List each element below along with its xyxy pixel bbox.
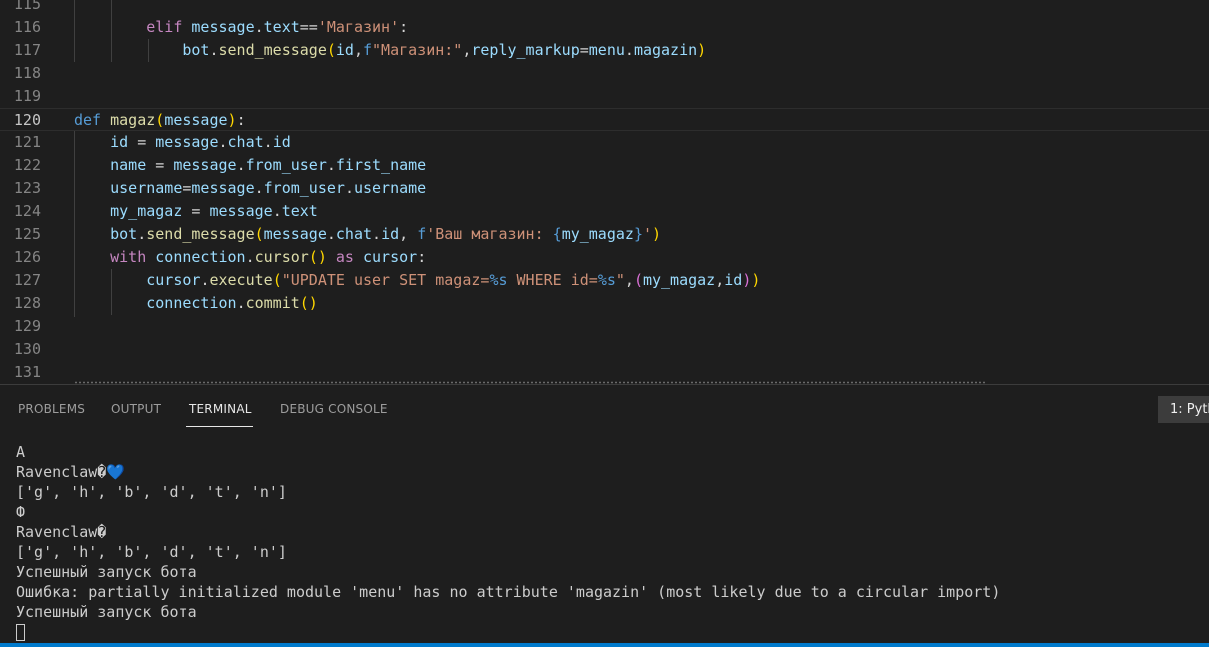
tab-output[interactable]: OUTPUT: [111, 402, 161, 416]
code-editor[interactable]: 115 116 elif message.text=='Магазин': 117 …: [0, 0, 1209, 384]
status-bar: [0, 643, 1209, 647]
line-number: 120: [13, 111, 41, 129]
code-text: def magaz(message):: [74, 111, 246, 129]
code-line: 117 bot.send_message(id,f"Магазин:",repl…: [0, 39, 1209, 62]
active-tab-indicator: [186, 426, 253, 427]
code-text: name = message.from_user.first_name: [110, 156, 427, 174]
code-text: username=message.from_user.username: [110, 179, 427, 197]
terminal-line: ['g', 'h', 'b', 'd', 't', 'n']: [16, 483, 287, 501]
line-number: 126: [13, 248, 41, 266]
terminal-line-text: Ravenclaw�: [16, 463, 107, 481]
code-line: 121 id = message.chat.id: [0, 131, 1209, 154]
terminal-line: Ошибка: partially initialized module 'me…: [16, 583, 1001, 601]
tab-debug-console[interactable]: DEBUG CONSOLE: [280, 402, 388, 416]
line-number: 122: [13, 156, 41, 174]
terminal-line: Ravenclaw�💙: [16, 462, 1206, 482]
code-line: 115: [0, 0, 1209, 16]
indent-guide: [111, 269, 112, 315]
line-number: 124: [13, 202, 41, 220]
indent-guide: [74, 0, 75, 62]
code-line: 118: [0, 62, 1209, 85]
terminal-prompt-line: [16, 622, 1206, 642]
terminal-line: Ravenclaw�: [16, 523, 107, 541]
line-number: 118: [13, 64, 41, 82]
code-line: 130: [0, 338, 1209, 361]
line-number: 123: [13, 179, 41, 197]
code-text: my_magaz = message.text: [110, 202, 318, 220]
terminal-selector-dropdown[interactable]: 1: Python: [1158, 396, 1209, 423]
code-text: elif message.text=='Магазин':: [146, 18, 409, 36]
indent-guide: [111, 0, 112, 62]
code-line: 128 connection.commit(): [0, 292, 1209, 315]
terminal-line: Успешный запуск бота: [16, 563, 197, 581]
code-line: 120 def magaz(message):: [0, 108, 1209, 131]
tab-problems[interactable]: PROBLEMS: [18, 402, 85, 416]
code-line: 127 cursor.execute("UPDATE user SET maga…: [0, 269, 1209, 292]
line-number: 125: [13, 225, 41, 243]
line-number: 116: [13, 18, 41, 36]
tab-terminal[interactable]: TERMINAL: [189, 402, 252, 416]
code-line: 124 my_magaz = message.text: [0, 200, 1209, 223]
terminal-line: Ф: [16, 503, 26, 521]
code-line: 119: [0, 85, 1209, 108]
terminal-line: Успешный запуск бота: [16, 603, 197, 621]
code-text: cursor.execute("UPDATE user SET magaz=%s…: [146, 271, 761, 289]
line-number: 127: [13, 271, 41, 289]
panel-tabs: PROBLEMS OUTPUT TERMINAL DEBUG CONSOLE 1…: [0, 385, 1209, 433]
code-text: id = message.chat.id: [110, 133, 291, 151]
indent-guide: [74, 131, 75, 317]
line-number: 121: [13, 133, 41, 151]
code-line: 129: [0, 315, 1209, 338]
code-line: 126 with connection.cursor() as cursor:: [0, 246, 1209, 269]
terminal-line: ['g', 'h', 'b', 'd', 't', 'n']: [16, 543, 287, 561]
heart-emoji: 💙: [106, 463, 125, 481]
line-number: 115: [13, 0, 41, 13]
code-line: 125 bot.send_message(message.chat.id, f'…: [0, 223, 1209, 246]
code-line: 123 username=message.from_user.username: [0, 177, 1209, 200]
line-number: 117: [13, 41, 41, 59]
line-number: 130: [13, 340, 41, 358]
code-text: bot.send_message(message.chat.id, f'Ваш …: [110, 225, 662, 243]
line-number: 131: [13, 363, 41, 381]
line-number: 128: [13, 294, 41, 312]
code-line: 116 elif message.text=='Магазин':: [0, 16, 1209, 39]
terminal-output[interactable]: A Ravenclaw�💙 ['g', 'h', 'b', 'd', 't', …: [16, 442, 1206, 642]
line-number: 119: [13, 87, 41, 105]
terminal-cursor: [16, 624, 25, 641]
code-text: bot.send_message(id,f"Магазин:",reply_ma…: [182, 41, 707, 59]
code-text: with connection.cursor() as cursor:: [110, 248, 427, 266]
terminal-line: A: [16, 443, 26, 461]
indent-guide: [148, 39, 149, 62]
line-number: 129: [13, 317, 41, 335]
code-line: 122 name = message.from_user.first_name: [0, 154, 1209, 177]
bottom-panel: PROBLEMS OUTPUT TERMINAL DEBUG CONSOLE 1…: [0, 384, 1209, 643]
